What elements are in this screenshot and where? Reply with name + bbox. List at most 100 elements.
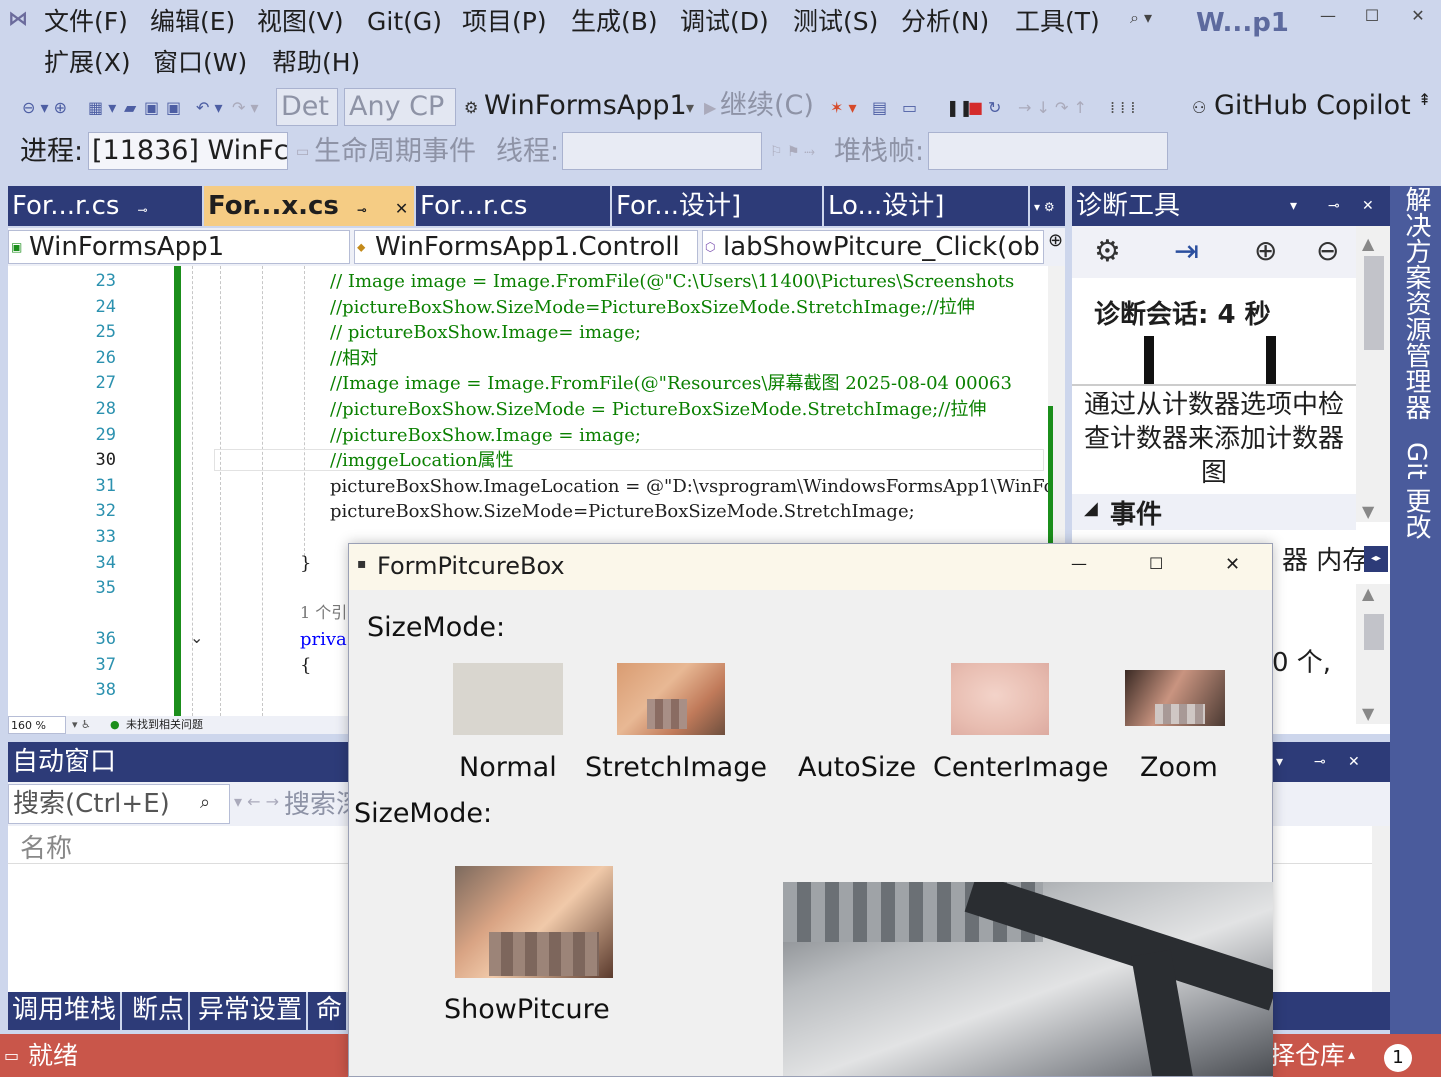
- mode-stretchimage-label[interactable]: StretchImage: [585, 752, 767, 783]
- solution-explorer-tab[interactable]: 解决方案资源管理器: [1400, 186, 1431, 420]
- pin-icon[interactable]: ⊸: [357, 203, 367, 217]
- centerimage-thumbnail[interactable]: [951, 663, 1049, 735]
- menu-test[interactable]: 测试(S): [793, 0, 878, 44]
- tab-form-design[interactable]: For...设计]: [612, 186, 824, 226]
- diag-vertical-scrollbar[interactable]: ▲ ▼: [1356, 226, 1390, 522]
- diagnostic-icon[interactable]: ▤: [872, 98, 887, 117]
- form-close-icon[interactable]: ✕: [1225, 554, 1240, 575]
- column-name[interactable]: 名称: [20, 828, 72, 865]
- back-icon[interactable]: ⊖ ▾ ⊕: [22, 98, 67, 117]
- process-combo[interactable]: [11836] WinFc: [88, 132, 288, 170]
- minimize-icon[interactable]: —: [1308, 6, 1348, 30]
- tab-form-pitcurebox-cs[interactable]: For...x.cs ⊸ ✕: [204, 186, 416, 226]
- tab-overflow-icon[interactable]: ▾ ⚙: [1034, 200, 1055, 214]
- scroll-down-icon[interactable]: ▼: [1362, 502, 1374, 521]
- split-editor-icon[interactable]: ⊕: [1048, 230, 1063, 251]
- tab-exception-settings[interactable]: 异常设置: [194, 992, 309, 1030]
- zoom-combo[interactable]: 160 %: [8, 716, 66, 734]
- issues-status[interactable]: 未找到相关问题: [126, 716, 203, 734]
- pin-icon[interactable]: ⊸: [137, 203, 147, 217]
- pin-icon[interactable]: ⊸: [1314, 742, 1326, 782]
- close-icon[interactable]: ✕: [1398, 6, 1438, 30]
- menu-view[interactable]: 视图(V): [257, 0, 344, 44]
- stretchimage-thumbnail[interactable]: [617, 663, 725, 735]
- zoom-thumbnail[interactable]: [1125, 670, 1225, 726]
- hot-reload-icon[interactable]: ✶ ▾: [830, 98, 857, 117]
- close-panel-icon[interactable]: ✕: [1362, 186, 1374, 226]
- notification-badge[interactable]: 1: [1384, 1044, 1412, 1072]
- project-combo[interactable]: ▣ WinFormsApp1: [8, 230, 350, 264]
- settings-gear-icon[interactable]: ⚙: [1094, 234, 1121, 269]
- platform-combo[interactable]: Any CP: [344, 88, 456, 126]
- tab-call-stack[interactable]: 调用堆栈: [8, 992, 123, 1030]
- menu-window[interactable]: 窗口(W): [153, 41, 247, 85]
- window-icon[interactable]: ▭: [902, 98, 917, 117]
- scroll-thumb[interactable]: [1364, 256, 1384, 350]
- undo-icon[interactable]: ↶ ▾: [196, 98, 223, 117]
- menu-debug[interactable]: 调试(D): [680, 0, 769, 44]
- search-icon[interactable]: ⌕ ▾: [1130, 8, 1152, 28]
- class-combo[interactable]: ⬥ WinFormsApp1.Controll: [354, 230, 698, 264]
- form-minimize-icon[interactable]: —: [1071, 554, 1087, 573]
- pin-icon[interactable]: ⊸: [1328, 186, 1340, 226]
- breakpoint-layout-icon[interactable]: ⁞ ⁞ ⁞: [1110, 98, 1135, 117]
- search-icon[interactable]: ⌕: [200, 792, 210, 813]
- tab-scroll-icon[interactable]: ◂▸: [1364, 546, 1388, 572]
- save-icon[interactable]: ▣: [144, 98, 159, 117]
- codelens-references[interactable]: 1 个引: [300, 600, 347, 626]
- continue-button[interactable]: 继续(C): [720, 86, 814, 126]
- menu-tools[interactable]: 工具(T): [1015, 0, 1100, 44]
- showpitcure-thumbnail[interactable]: [455, 866, 613, 978]
- picturebox-show[interactable]: [783, 882, 1273, 1076]
- search-nav-icons[interactable]: ▾ ← →: [234, 792, 279, 811]
- collapse-triangle-icon[interactable]: ◢: [1084, 498, 1098, 519]
- new-project-icon[interactable]: ▦ ▾: [88, 98, 116, 117]
- diag-tabs-partial[interactable]: 器 内存: [1282, 540, 1368, 577]
- startup-project[interactable]: WinFormsApp1: [484, 86, 687, 126]
- restart-icon[interactable]: ↻: [988, 98, 1001, 117]
- zoom-out-icon[interactable]: ⊖: [1316, 234, 1339, 267]
- configuration-combo[interactable]: Det: [276, 88, 338, 126]
- showpitcure-label[interactable]: ShowPitcure: [444, 994, 610, 1025]
- flag-icons[interactable]: ⚐ ⚑ ⤑: [770, 144, 815, 160]
- save-all-icon[interactable]: ▣: [166, 98, 181, 117]
- form-maximize-icon[interactable]: ☐: [1149, 554, 1163, 573]
- redo-icon[interactable]: ↷ ▾: [232, 98, 259, 117]
- member-combo[interactable]: ⬡ labShowPitcure_Click(ob: [702, 230, 1044, 264]
- mode-zoom-label[interactable]: Zoom: [1140, 752, 1218, 783]
- tab-breakpoints[interactable]: 断点: [128, 992, 191, 1030]
- git-changes-tab[interactable]: Git 更改: [1400, 442, 1431, 540]
- tab-form-cs[interactable]: For...r.cs: [416, 186, 612, 226]
- mode-centerimage-label[interactable]: CenterImage: [933, 752, 1108, 783]
- github-copilot-button[interactable]: GitHub Copilot: [1214, 86, 1411, 126]
- autos-vertical-scrollbar[interactable]: [1372, 826, 1390, 992]
- timeline-marker-end[interactable]: [1266, 336, 1276, 386]
- menu-help[interactable]: 帮助(H): [272, 41, 360, 85]
- menu-analyze[interactable]: 分析(N): [901, 0, 989, 44]
- panel-dropdown-icon[interactable]: ▾: [1290, 186, 1297, 226]
- open-folder-icon[interactable]: ▰: [124, 98, 136, 117]
- repo-dropdown-icon[interactable]: ▴: [1348, 1034, 1355, 1077]
- mode-autosize-label[interactable]: AutoSize: [798, 752, 916, 783]
- tab-login-design[interactable]: Lo...设计]: [824, 186, 1030, 226]
- export-icon[interactable]: ⇥: [1174, 234, 1199, 269]
- menu-file[interactable]: 文件(F): [44, 0, 128, 44]
- lifecycle-icon[interactable]: ▭: [296, 144, 309, 160]
- scroll-up-icon[interactable]: ▲: [1362, 584, 1374, 603]
- scroll-thumb[interactable]: [1364, 614, 1384, 650]
- autos-search-input[interactable]: 搜索(Ctrl+E): [8, 784, 230, 824]
- menu-project[interactable]: 项目(P): [462, 0, 547, 44]
- timeline-ruler[interactable]: [1072, 334, 1356, 388]
- collapse-chevron-icon[interactable]: ⌄: [190, 628, 203, 647]
- lifecycle-events[interactable]: 生命周期事件: [314, 132, 476, 172]
- menu-edit[interactable]: 编辑(E): [150, 0, 235, 44]
- scroll-down-icon[interactable]: ▼: [1362, 704, 1374, 723]
- scroll-up-icon[interactable]: ▲: [1362, 234, 1374, 253]
- close-panel-icon[interactable]: ✕: [1348, 742, 1360, 782]
- menu-build[interactable]: 生成(B): [571, 0, 658, 44]
- close-tab-icon[interactable]: ✕: [395, 199, 408, 218]
- panel-dropdown-icon[interactable]: ▾: [1276, 742, 1283, 782]
- events-section[interactable]: ◢ 事件: [1072, 494, 1356, 530]
- stop-icon[interactable]: ■: [968, 98, 983, 117]
- tab-command[interactable]: 命: [312, 992, 349, 1030]
